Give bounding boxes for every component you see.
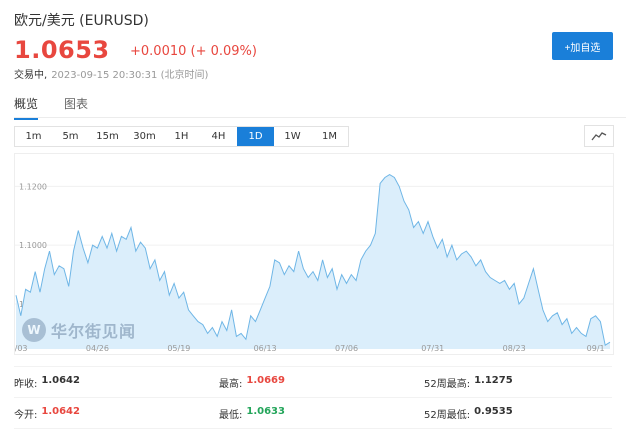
line-chart-icon [591, 132, 607, 141]
period-15m[interactable]: 15m [89, 127, 126, 146]
watermark-text: 华尔街见闻 [51, 322, 137, 341]
current-price: 1.0653 [14, 36, 110, 64]
trading-status-label: 交易中, [14, 70, 48, 81]
stat-52w-low: 52周最低: 0.9535 [424, 405, 513, 421]
price-change: +0.0010 (+ 0.09%) [130, 44, 257, 59]
period-4h[interactable]: 4H [200, 127, 237, 146]
x-tick-label: 09/1 [587, 344, 605, 353]
period-1mo[interactable]: 1M [311, 127, 348, 146]
period-5m[interactable]: 5m [52, 127, 89, 146]
period-1m[interactable]: 1m [15, 127, 52, 146]
period-1d[interactable]: 1D [237, 127, 274, 146]
x-tick-label: 07/06 [335, 344, 358, 353]
period-selector: 1m 5m 15m 30m 1H 4H 1D 1W 1M [14, 126, 349, 147]
add-to-watchlist-button[interactable]: +加自选 [552, 32, 613, 60]
period-30m[interactable]: 30m [126, 127, 163, 146]
x-tick-label: 08/23 [503, 344, 526, 353]
stat-52w-high: 52周最高: 1.1275 [424, 374, 513, 390]
x-tick-label: 05/19 [167, 344, 190, 353]
period-1w[interactable]: 1W [274, 127, 311, 146]
wallstreetcn-logo-icon: W [22, 318, 46, 342]
stats-table: 昨收: 1.0642 最高: 1.0669 52周最高: 1.1275 今开: 1.06… [14, 366, 612, 429]
y-tick-label: 1.1000 [19, 241, 47, 250]
watermark: W 华尔街见闻 [22, 318, 136, 342]
timestamp: 2023-09-15 20:30:31 (北京时间) [51, 70, 209, 81]
x-tick-label: 04/26 [86, 344, 109, 353]
stats-row: 今开: 1.0642 最低: 1.0633 52周最低: 0.9535 [14, 397, 612, 429]
instrument-title: 欧元/美元 (EURUSD) [14, 13, 149, 29]
trading-status: 交易中, 2023-09-15 20:30:31 (北京时间) [14, 66, 208, 81]
period-1h[interactable]: 1H [163, 127, 200, 146]
stat-open: 今开: 1.0642 [14, 405, 80, 421]
stats-row: 昨收: 1.0642 最高: 1.0669 52周最高: 1.1275 [14, 366, 612, 397]
x-tick-label: 07/31 [421, 344, 444, 353]
tab-divider [14, 117, 626, 118]
stat-low: 最低: 1.0633 [219, 405, 285, 421]
x-tick-label: 06/13 [254, 344, 277, 353]
stat-prev-close: 昨收: 1.0642 [14, 374, 80, 390]
stat-high: 最高: 1.0669 [219, 374, 285, 390]
x-tick-label: 04/03 [15, 344, 28, 353]
y-tick-label: 1.1200 [19, 182, 47, 191]
chart-type-button[interactable] [584, 125, 614, 147]
